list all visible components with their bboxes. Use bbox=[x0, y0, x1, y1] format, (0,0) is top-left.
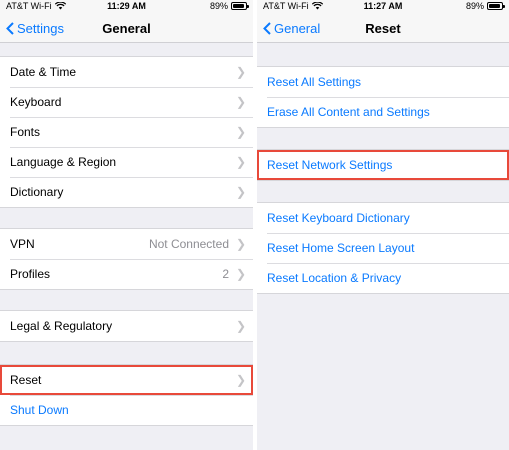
row-label: Erase All Content and Settings bbox=[267, 105, 430, 119]
settings-group-3: Legal & Regulatory ❯ bbox=[0, 310, 253, 342]
row-dictionary[interactable]: Dictionary ❯ bbox=[0, 177, 253, 207]
reset-keyboard-dictionary-button[interactable]: Reset Keyboard Dictionary bbox=[257, 203, 509, 233]
battery-percent: 89% bbox=[465, 1, 484, 11]
row-label: Reset Network Settings bbox=[267, 158, 393, 172]
row-fonts[interactable]: Fonts ❯ bbox=[0, 117, 253, 147]
reset-location-privacy-button[interactable]: Reset Location & Privacy bbox=[257, 263, 509, 293]
row-label: Dictionary bbox=[10, 185, 64, 199]
reset-network-settings-button[interactable]: Reset Network Settings bbox=[257, 150, 509, 180]
row-label: Language & Region bbox=[10, 155, 117, 169]
battery-icon bbox=[487, 2, 505, 10]
status-bar: AT&T Wi-Fi 11:29 AM 89% bbox=[0, 0, 253, 14]
row-profiles[interactable]: Profiles 2 ❯ bbox=[0, 259, 253, 289]
page-title: Reset bbox=[365, 21, 401, 36]
page-title: General bbox=[102, 21, 151, 36]
battery-info: 89% bbox=[209, 1, 249, 11]
row-reset[interactable]: Reset ❯ bbox=[0, 365, 253, 395]
reset-screen: AT&T Wi-Fi 11:27 AM 89% General Reset Re… bbox=[257, 0, 509, 450]
general-screen: AT&T Wi-Fi 11:29 AM 89% Settings General… bbox=[0, 0, 253, 450]
navigation-bar: Settings General bbox=[0, 14, 253, 43]
chevron-right-icon: ❯ bbox=[235, 373, 247, 387]
row-label: Reset Keyboard Dictionary bbox=[267, 211, 410, 225]
settings-group-2: VPN Not Connected ❯ Profiles 2 ❯ bbox=[0, 228, 253, 290]
reset-home-screen-layout-button[interactable]: Reset Home Screen Layout bbox=[257, 233, 509, 263]
vpn-status: Not Connected bbox=[148, 237, 229, 251]
settings-group-1: Date & Time ❯ Keyboard ❯ Fonts ❯ Languag… bbox=[0, 56, 253, 208]
row-label: Keyboard bbox=[10, 95, 62, 109]
status-bar: AT&T Wi-Fi 11:27 AM 89% bbox=[257, 0, 509, 14]
chevron-right-icon: ❯ bbox=[235, 237, 247, 251]
chevron-right-icon: ❯ bbox=[235, 267, 247, 281]
row-vpn[interactable]: VPN Not Connected ❯ bbox=[0, 229, 253, 259]
chevron-right-icon: ❯ bbox=[235, 155, 247, 169]
erase-all-content-button[interactable]: Erase All Content and Settings bbox=[257, 97, 509, 127]
row-language-region[interactable]: Language & Region ❯ bbox=[0, 147, 253, 177]
chevron-right-icon: ❯ bbox=[235, 185, 247, 199]
row-label: Reset All Settings bbox=[267, 75, 362, 89]
row-label: Date & Time bbox=[10, 65, 77, 79]
shut-down-label: Shut Down bbox=[10, 403, 69, 417]
chevron-right-icon: ❯ bbox=[235, 319, 247, 333]
battery-percent: 89% bbox=[209, 1, 228, 11]
row-legal-regulatory[interactable]: Legal & Regulatory ❯ bbox=[0, 311, 253, 341]
row-label: Reset Location & Privacy bbox=[267, 271, 402, 285]
battery-icon bbox=[231, 2, 249, 10]
reset-all-settings-button[interactable]: Reset All Settings bbox=[257, 67, 509, 97]
reset-group-1: Reset All Settings Erase All Content and… bbox=[257, 66, 509, 128]
reset-group-3: Reset Keyboard Dictionary Reset Home Scr… bbox=[257, 202, 509, 294]
row-keyboard[interactable]: Keyboard ❯ bbox=[0, 87, 253, 117]
row-label: Profiles bbox=[10, 267, 51, 281]
battery-info: 89% bbox=[465, 1, 505, 11]
chevron-right-icon: ❯ bbox=[235, 125, 247, 139]
row-shut-down[interactable]: Shut Down bbox=[0, 395, 253, 425]
profiles-count: 2 bbox=[222, 267, 229, 281]
chevron-right-icon: ❯ bbox=[235, 65, 247, 79]
settings-group-4: Reset ❯ Shut Down bbox=[0, 364, 253, 426]
navigation-bar: General Reset bbox=[257, 14, 509, 43]
chevron-right-icon: ❯ bbox=[235, 95, 247, 109]
row-label: Reset Home Screen Layout bbox=[267, 241, 415, 255]
row-label: Legal & Regulatory bbox=[10, 319, 113, 333]
row-date-time[interactable]: Date & Time ❯ bbox=[0, 57, 253, 87]
row-label: Fonts bbox=[10, 125, 41, 139]
reset-group-2: Reset Network Settings bbox=[257, 149, 509, 181]
row-label: VPN bbox=[10, 237, 35, 251]
row-label: Reset bbox=[10, 373, 42, 387]
